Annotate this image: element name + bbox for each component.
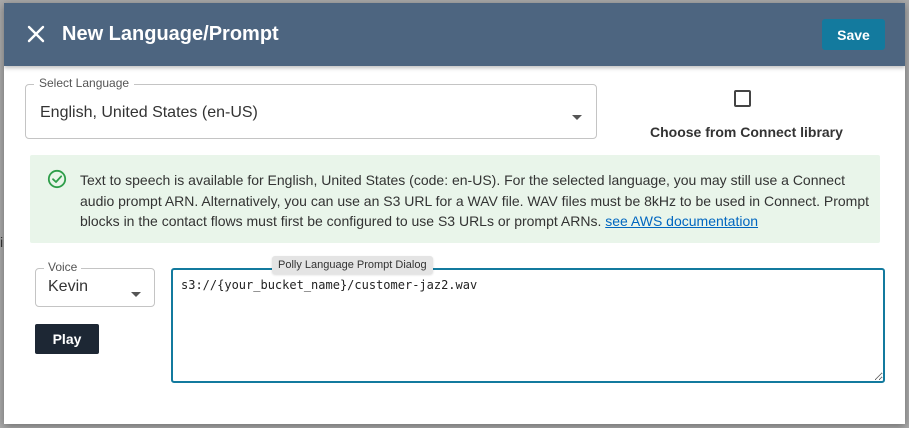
tts-info-text: Text to speech is available for English,… <box>80 170 870 232</box>
play-button[interactable]: Play <box>35 324 99 354</box>
save-button[interactable]: Save <box>822 19 885 50</box>
dialog-title: New Language/Prompt <box>62 23 279 45</box>
tts-info-alert: Text to speech is available for English,… <box>30 155 880 243</box>
voice-select-label: Voice <box>44 260 82 274</box>
dialog-header: New Language/Prompt Save <box>4 3 905 66</box>
chevron-down-icon[interactable] <box>571 109 583 120</box>
new-language-prompt-dialog: New Language/Prompt Save Select Language… <box>4 3 905 424</box>
check-circle-icon <box>47 169 67 189</box>
background-partial-text: i <box>0 234 4 250</box>
aws-documentation-link[interactable]: see AWS documentation <box>605 213 758 229</box>
language-select-label: Select Language <box>34 76 135 90</box>
dialog-tooltip: Polly Language Prompt Dialog <box>272 256 433 274</box>
voice-select-value: Kevin <box>48 278 89 295</box>
chevron-down-icon[interactable] <box>131 285 141 297</box>
language-select-value: English, United States (en-US) <box>40 104 258 121</box>
language-select[interactable]: Select Language English, United States (… <box>25 76 597 139</box>
prompt-url-input[interactable]: s3://{your_bucket_name}/customer-jaz2.wa… <box>171 268 885 383</box>
close-icon[interactable] <box>24 22 48 46</box>
connect-library-checkbox[interactable] <box>734 90 751 107</box>
connect-library-label: Choose from Connect library <box>650 124 843 140</box>
voice-select[interactable]: Voice Kevin <box>35 260 155 307</box>
